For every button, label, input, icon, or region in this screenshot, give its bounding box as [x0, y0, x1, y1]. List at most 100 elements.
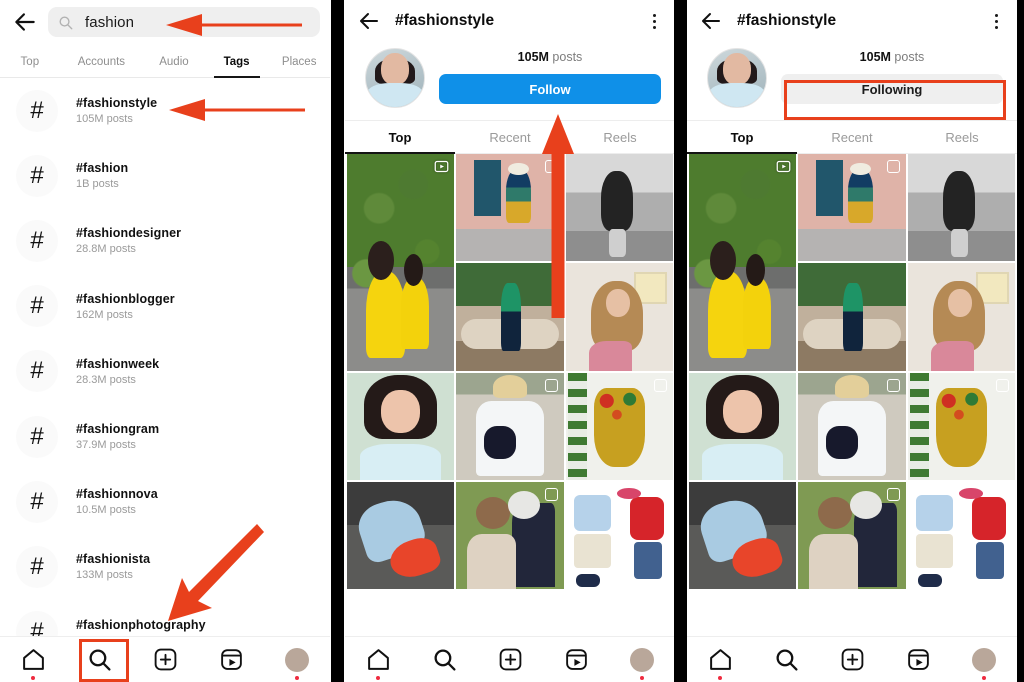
tag-name: #fashionista — [76, 552, 151, 567]
grid-cell-floral-corset[interactable] — [907, 372, 1015, 481]
post-count-value: 105M — [517, 50, 549, 64]
nav-reels-button[interactable] — [899, 643, 937, 677]
carousel-icon — [544, 378, 558, 392]
list-item[interactable]: # #fashionblogger 162M posts — [0, 274, 330, 339]
tag-name: #fashionphotography — [76, 617, 206, 632]
grid-cell-blue-spiked-sneaker[interactable] — [347, 482, 455, 590]
reels-icon — [434, 159, 449, 174]
bottom-navigation-bar — [687, 636, 1017, 682]
grid-cell-floral-corset[interactable] — [565, 372, 673, 481]
nav-profile-button[interactable] — [278, 643, 316, 680]
list-item[interactable]: # #fashionweek 28.3M posts — [0, 339, 330, 404]
grid-cell-reel-kids-hedge[interactable] — [689, 154, 797, 371]
hashtag-icon: # — [16, 545, 58, 588]
grid-cell-couple-kissing[interactable] — [798, 482, 906, 590]
nav-reels-button[interactable] — [557, 643, 595, 677]
nav-search-button[interactable] — [425, 643, 463, 677]
grid-cell-bw-street-style[interactable] — [565, 154, 673, 262]
grid-cell-zara-outfit-collage[interactable] — [565, 482, 673, 590]
grid-cell-pink-wall-dress[interactable] — [798, 154, 906, 262]
tab-tags[interactable]: Tags — [205, 56, 269, 77]
tab-accounts[interactable]: Accounts — [60, 56, 144, 77]
grid-cell-blonde-pink-robe[interactable] — [565, 263, 673, 371]
post-grid — [345, 154, 675, 590]
tab-reels[interactable]: Reels — [565, 121, 675, 153]
kebab-menu-icon[interactable] — [987, 9, 1005, 33]
carousel-icon — [654, 378, 667, 392]
nav-home-button[interactable] — [14, 643, 52, 680]
grid-cell-zara-outfit-collage[interactable] — [907, 482, 1015, 590]
grid-cell-green-dress-patio[interactable] — [456, 263, 564, 371]
tab-recent[interactable]: Recent — [797, 121, 907, 153]
post-grid — [687, 154, 1017, 590]
reels-icon — [776, 159, 791, 174]
nav-create-button[interactable] — [491, 643, 529, 677]
post-count-line: 105M posts — [439, 50, 661, 64]
tab-top[interactable]: Top — [0, 56, 60, 77]
nav-create-button[interactable] — [833, 643, 871, 677]
nav-home-button[interactable] — [359, 643, 397, 680]
grid-cell-white-shirt-woman[interactable] — [456, 372, 564, 481]
tag-name: #fashionnova — [76, 487, 158, 502]
nav-create-button[interactable] — [146, 643, 184, 677]
list-item[interactable]: # #fashionstyle 105M posts — [0, 78, 330, 143]
panel-divider — [674, 0, 687, 682]
kebab-menu-icon[interactable] — [645, 9, 663, 33]
tag-results-list[interactable]: # #fashionstyle 105M posts # #fashion 1B… — [0, 78, 330, 649]
instagram-search-screen: fashion Top Accounts Audio Tags Places #… — [0, 0, 330, 682]
grid-cell-girl-blue-top[interactable] — [689, 372, 797, 481]
grid-cell-blue-spiked-sneaker[interactable] — [689, 482, 797, 590]
page-title: #fashionstyle — [737, 12, 837, 29]
hashtag-icon: # — [16, 154, 58, 197]
grid-cell-reel-kids-hedge[interactable] — [347, 154, 455, 371]
nav-search-button[interactable] — [767, 643, 805, 677]
hashtag-icon: # — [16, 285, 58, 328]
tab-top[interactable]: Top — [687, 121, 797, 154]
nav-profile-button[interactable] — [965, 643, 1003, 680]
list-item[interactable]: # #fashiongram 37.9M posts — [0, 404, 330, 469]
tab-places[interactable]: Places — [268, 56, 330, 77]
search-input[interactable]: fashion — [48, 7, 320, 37]
grid-cell-pink-wall-dress[interactable] — [456, 154, 564, 262]
nav-reels-button[interactable] — [212, 643, 250, 677]
list-item[interactable]: # #fashiondesigner 28.8M posts — [0, 208, 330, 273]
tag-post-count: 10.5M posts — [76, 504, 136, 517]
home-notification-dot — [31, 675, 35, 680]
tab-reels[interactable]: Reels — [907, 121, 1017, 153]
back-arrow-icon[interactable] — [357, 9, 381, 33]
back-arrow-icon[interactable] — [699, 9, 723, 33]
post-count-value: 105M — [859, 50, 891, 64]
tag-post-count: 162M posts — [76, 308, 133, 321]
grid-cell-green-dress-patio[interactable] — [798, 263, 906, 371]
tab-audio[interactable]: Audio — [143, 56, 205, 77]
hashtag-icon: # — [16, 480, 58, 523]
hashtag-icon: # — [16, 219, 58, 262]
grid-cell-girl-blue-top[interactable] — [347, 372, 455, 481]
tag-post-count: 133M posts — [76, 569, 133, 582]
hashtag-content-tabs: Top Recent Reels — [687, 120, 1017, 154]
grid-cell-white-shirt-woman[interactable] — [798, 372, 906, 481]
tab-top[interactable]: Top — [345, 121, 455, 154]
list-item[interactable]: # #fashionnova 10.5M posts — [0, 469, 330, 534]
panel-divider — [1017, 0, 1024, 682]
list-item[interactable]: # #fashionista 133M posts — [0, 534, 330, 599]
hashtag-page-follow-state: #fashionstyle 105M posts Follow Top Rece… — [345, 0, 675, 682]
profile-notification-dot — [295, 675, 299, 680]
list-item[interactable]: # #fashion 1B posts — [0, 143, 330, 208]
grid-fade-overlay — [345, 628, 675, 636]
tab-recent[interactable]: Recent — [455, 121, 565, 153]
grid-cell-bw-street-style[interactable] — [907, 154, 1015, 262]
hashtag-icon: # — [16, 350, 58, 393]
carousel-icon — [886, 488, 900, 502]
back-arrow-icon[interactable] — [12, 9, 38, 35]
nav-profile-button[interactable] — [623, 643, 661, 680]
grid-cell-couple-kissing[interactable] — [456, 482, 564, 590]
nav-home-button[interactable] — [701, 643, 739, 680]
tag-name: #fashiongram — [76, 422, 160, 437]
tag-post-count: 105M posts — [76, 113, 133, 126]
home-notification-dot — [376, 675, 380, 680]
follow-button[interactable]: Follow — [439, 74, 661, 104]
grid-cell-blonde-pink-robe[interactable] — [907, 263, 1015, 371]
post-count-line: 105M posts — [781, 50, 1003, 64]
avatar — [630, 647, 654, 672]
